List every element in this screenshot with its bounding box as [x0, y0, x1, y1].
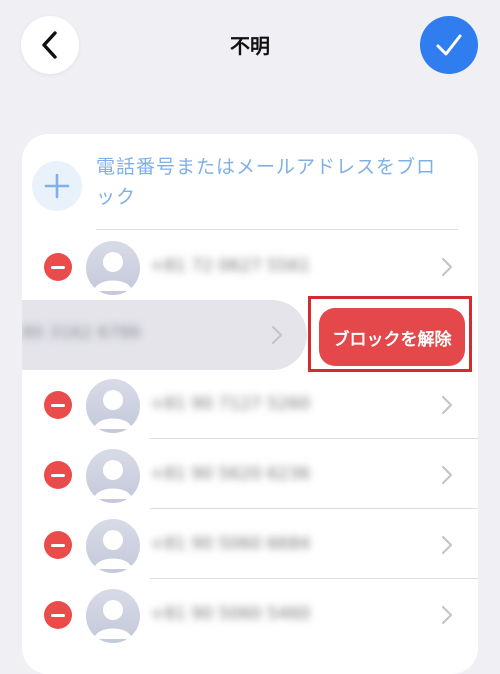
- chevron-right-icon: [441, 257, 453, 277]
- blocked-contact-row[interactable]: +81 90 5060 5460: [22, 580, 478, 650]
- chevron-right-icon: [441, 465, 453, 485]
- blocked-contact-row[interactable]: +81 90 5620 6236: [22, 440, 478, 510]
- highlight-box: [308, 296, 472, 372]
- divider: [150, 578, 478, 579]
- blocked-contact-row[interactable]: +81 90 5060 6684: [22, 510, 478, 580]
- remove-minus-icon[interactable]: [44, 601, 72, 629]
- avatar: [86, 589, 140, 643]
- add-block-button[interactable]: [32, 161, 82, 211]
- contact-number: +81 90 5060 6684: [150, 534, 311, 554]
- minus-bar: [51, 473, 65, 477]
- remove-minus-icon[interactable]: [44, 461, 72, 489]
- swiped-contact-row[interactable]: 80 3162 6786: [22, 300, 307, 370]
- blocked-contact-row[interactable]: +81 90 7127 5260: [22, 370, 478, 440]
- minus-bar: [51, 543, 65, 547]
- person-silhouette-icon: [94, 252, 132, 291]
- confirm-button[interactable]: [420, 16, 478, 74]
- person-silhouette-icon: [94, 530, 132, 569]
- add-block-row[interactable]: 電話番号またはメールアドレスをブロック: [22, 134, 478, 230]
- minus-bar: [51, 613, 65, 617]
- minus-bar: [51, 403, 65, 407]
- avatar: [86, 241, 140, 295]
- blocked-contact-row[interactable]: +81 72 0627 5561: [22, 232, 478, 302]
- contact-number: +81 90 5060 5460: [150, 604, 311, 624]
- person-silhouette-icon: [94, 390, 132, 429]
- plus-icon: [44, 173, 70, 199]
- chevron-right-icon: [441, 395, 453, 415]
- avatar: [86, 379, 140, 433]
- remove-minus-icon[interactable]: [44, 391, 72, 419]
- chevron-right-icon: [271, 325, 283, 345]
- chevron-right-icon: [441, 535, 453, 555]
- remove-minus-icon[interactable]: [44, 531, 72, 559]
- contact-number: +81 90 5620 6236: [150, 464, 311, 484]
- divider: [150, 508, 478, 509]
- add-block-label: 電話番号またはメールアドレスをブロック: [96, 156, 437, 208]
- person-silhouette-icon: [94, 600, 132, 639]
- avatar: [86, 449, 140, 503]
- avatar: [86, 519, 140, 573]
- contact-number: 80 3162 6786: [22, 323, 141, 343]
- divider: [96, 229, 458, 230]
- minus-bar: [51, 265, 65, 269]
- remove-minus-icon[interactable]: [44, 253, 72, 281]
- person-silhouette-icon: [94, 460, 132, 499]
- blocked-list-card: 電話番号またはメールアドレスをブロック +81 72 0627 5561 80 …: [22, 134, 478, 674]
- chevron-right-icon: [441, 605, 453, 625]
- divider: [150, 438, 478, 439]
- contact-number: +81 72 0627 5561: [150, 256, 311, 276]
- contact-number: +81 90 7127 5260: [150, 394, 311, 414]
- checkmark-icon: [436, 34, 462, 56]
